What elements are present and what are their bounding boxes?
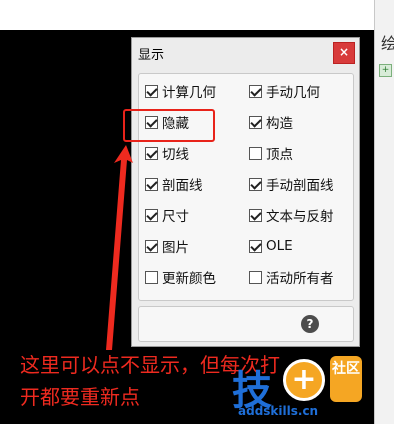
community-badge: 社区 <box>330 356 362 402</box>
plus-icon: + <box>283 359 325 401</box>
watermark-url: addskills.cn <box>238 404 319 418</box>
annotation-line-2: 开都要重新点 <box>20 385 140 409</box>
